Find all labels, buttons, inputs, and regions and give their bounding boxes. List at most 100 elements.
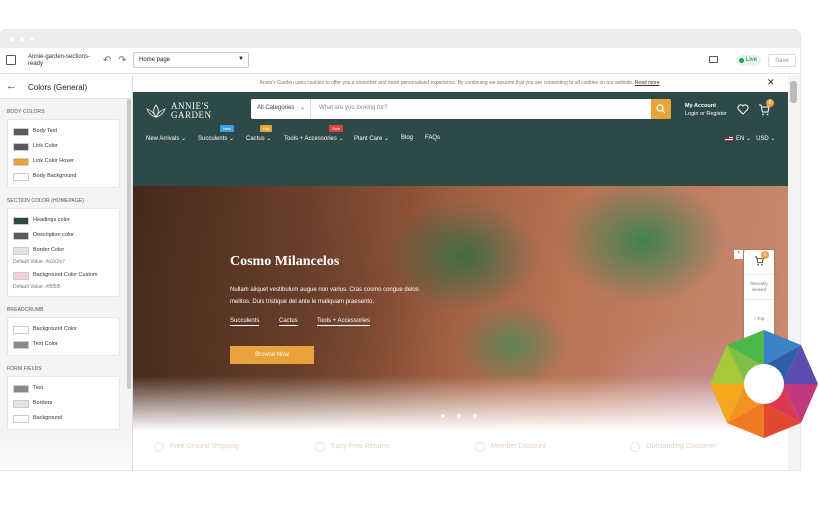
color-setting[interactable]: Border Color <box>13 244 114 259</box>
nav-item-tools-accessories[interactable]: Sale Tools + Accessories ⌄ <box>284 125 344 142</box>
slide-dot[interactable] <box>457 414 461 418</box>
color-setting[interactable]: Description color <box>13 229 114 244</box>
setting-label: Background <box>33 415 63 421</box>
sidebar-title: Colors (General) <box>28 83 88 92</box>
save-button[interactable]: Save <box>768 54 796 67</box>
color-swatch[interactable] <box>13 158 29 166</box>
scrollbar-thumb[interactable] <box>790 81 797 103</box>
chevron-down-icon: ⌄ <box>229 136 235 142</box>
color-setting[interactable]: Text Color <box>13 338 114 353</box>
settings-card: Text Borders Background <box>7 376 120 430</box>
color-swatch[interactable] <box>13 326 29 334</box>
locale-currency-switcher[interactable]: EN ⌄ USD ⌄ <box>725 135 775 142</box>
floating-cart-count: 0 <box>761 251 769 259</box>
close-icon[interactable]: ✕ <box>767 77 775 88</box>
sidebar-scrollbar[interactable] <box>127 99 131 389</box>
cart-button[interactable]: 0 <box>758 99 774 121</box>
setting-label: Headings color <box>33 217 70 223</box>
hero-fade <box>133 376 788 431</box>
chevron-down-icon: ⌄ <box>746 136 752 142</box>
store-header: ANNIE'S GARDEN All Categories ⌄ What are… <box>133 92 788 186</box>
store-preview: Annie's Garden uses cookies to offer you… <box>133 75 800 470</box>
hero-link-tools-accessories[interactable]: Tools + Accessories <box>317 318 370 326</box>
nav-item-plant-care[interactable]: Plant Care ⌄ <box>354 135 389 142</box>
color-setting[interactable]: Background Color Custom <box>13 269 114 284</box>
cookie-read-more-link[interactable]: Read more <box>635 80 660 86</box>
chevron-down-icon: ⌄ <box>266 136 272 142</box>
color-setting[interactable]: Borders <box>13 397 114 412</box>
color-swatch[interactable] <box>13 415 29 423</box>
cookie-banner: Annie's Garden uses cookies to offer you… <box>133 75 786 91</box>
color-swatch[interactable] <box>13 247 29 255</box>
feature-label: Free Ground Shipping <box>170 443 239 450</box>
logo-text: ANNIE'S GARDEN <box>171 102 231 120</box>
color-swatch[interactable] <box>13 385 29 393</box>
editor-toolbar: Annie-garden-sections-ready ↶ ↷ Home pag… <box>0 48 800 74</box>
heart-icon[interactable] <box>737 104 749 115</box>
color-swatch[interactable] <box>13 128 29 136</box>
status-badge: Live <box>736 55 762 66</box>
color-swatch[interactable] <box>13 341 29 349</box>
chevron-down-icon: ⌄ <box>299 105 305 111</box>
window-dot <box>30 37 34 41</box>
settings-card: Body Text Link Color Link Color Hover Bo… <box>7 119 120 188</box>
account-link[interactable]: My Account Login or Register <box>685 102 727 118</box>
recently-viewed[interactable]: Recently viewed <box>744 274 774 299</box>
desktop-icon[interactable] <box>709 56 718 63</box>
setting-label: Text Color <box>33 341 58 347</box>
slide-dot[interactable] <box>473 414 477 418</box>
hero-title: Cosmo Milancelos <box>230 254 340 269</box>
section-label: BREADCRUMB <box>7 307 44 313</box>
color-swatch[interactable] <box>13 217 29 225</box>
floating-cart[interactable]: 0 <box>744 250 774 274</box>
hero-link-succulents[interactable]: Succulents <box>230 318 260 326</box>
hero-link-cactus[interactable]: Cactus <box>279 318 298 326</box>
nav-badge: Hot <box>260 125 273 132</box>
color-setting[interactable]: Link Color <box>13 140 114 155</box>
nav-item-succulents[interactable]: New Succulents ⌄ <box>198 125 235 142</box>
category-select[interactable]: All Categories ⌄ <box>251 99 311 119</box>
color-setting[interactable]: Background <box>13 412 114 427</box>
search-input[interactable]: What are you looking for? <box>319 105 387 111</box>
setting-label: Border Color <box>33 247 65 253</box>
redo-icon[interactable]: ↷ <box>118 55 126 66</box>
color-setting[interactable]: Headings color <box>13 214 114 229</box>
browse-now-button[interactable]: Browse Now <box>230 346 314 364</box>
setting-label: Borders <box>33 400 53 406</box>
color-setting[interactable]: Text <box>13 382 114 397</box>
nav-item-new-arrivals[interactable]: New Arrivals ⌄ <box>146 135 186 142</box>
search-button[interactable] <box>651 99 671 119</box>
nav-item-blog[interactable]: Blog <box>401 135 413 141</box>
setting-label: Text <box>33 385 44 391</box>
nav-badge: Sale <box>329 125 344 132</box>
nav-item-faqs[interactable]: FAQs <box>425 135 440 141</box>
browser-titlebar <box>0 30 800 48</box>
page-select[interactable]: Home page ▼ <box>133 52 249 68</box>
color-swatch[interactable] <box>13 232 29 240</box>
nav-label: Succulents <box>198 136 228 142</box>
color-setting[interactable]: Link Color Hover <box>13 155 114 170</box>
chevron-right-icon[interactable]: › <box>734 250 743 259</box>
search-icon <box>656 104 666 114</box>
section-label: FORM FIELDS <box>7 366 42 372</box>
color-swatch[interactable] <box>13 173 29 181</box>
default-value: Default Value: #e2e2e7 <box>13 259 65 265</box>
slide-dot[interactable] <box>441 414 445 418</box>
undo-icon[interactable]: ↶ <box>103 55 111 66</box>
us-flag-icon <box>725 135 733 141</box>
color-setting[interactable]: Body Background <box>13 170 114 185</box>
default-value: Default Value: #f5f5f5 <box>13 284 61 290</box>
color-setting[interactable]: Body Text <box>13 125 114 140</box>
hero-slideshow: Cosmo Milancelos Nullam aliquet vestibul… <box>133 186 788 431</box>
back-arrow-icon[interactable]: ← <box>6 80 17 92</box>
color-swatch[interactable] <box>13 272 29 280</box>
color-setting[interactable]: Background Color <box>13 323 114 338</box>
back-to-top[interactable]: ↑ Top <box>744 299 774 321</box>
color-swatch[interactable] <box>13 143 29 151</box>
sidebar-header: ← Colors (General) <box>0 75 132 99</box>
exit-icon[interactable] <box>6 55 16 65</box>
nav-item-cactus[interactable]: Hot Cactus ⌄ <box>246 125 273 142</box>
cart-count-badge: 0 <box>766 99 774 107</box>
color-swatch[interactable] <box>13 400 29 408</box>
nav-label: Tools + Accessories <box>284 136 337 142</box>
